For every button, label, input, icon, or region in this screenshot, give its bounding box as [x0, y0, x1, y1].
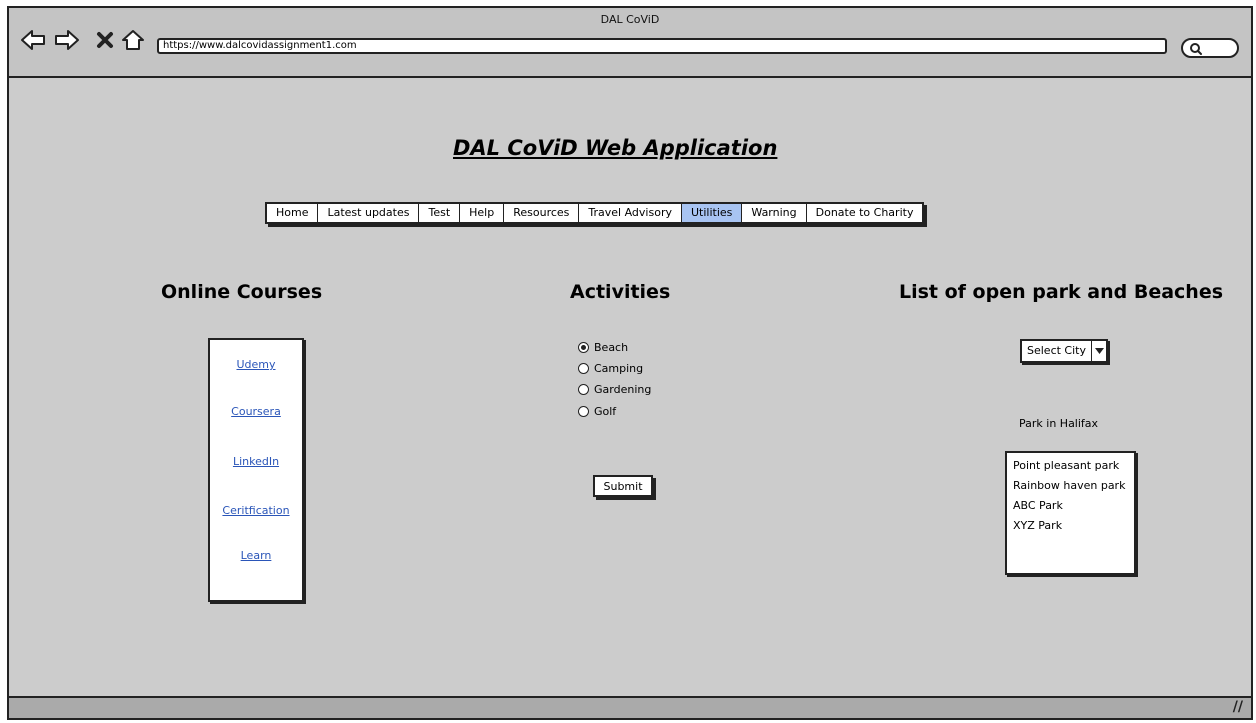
- park-list-label: Park in Halifax: [1019, 417, 1099, 430]
- radio-button[interactable]: [578, 362, 589, 374]
- menu-item-home[interactable]: Home: [267, 204, 319, 222]
- radio-label: Golf: [594, 404, 617, 418]
- window-title: DAL CoViD: [600, 13, 660, 26]
- radio-label: Gardening: [594, 382, 652, 396]
- menu-item-warning[interactable]: Warning: [742, 204, 807, 222]
- status-bar: //: [9, 696, 1251, 718]
- browser-window: DAL CoViD https://www.dalcovidassignment…: [7, 6, 1253, 720]
- radio-label: Beach: [594, 340, 629, 354]
- city-select-value: Select City: [1027, 344, 1086, 357]
- park-listbox[interactable]: Point pleasant park Rainbow haven park A…: [1005, 451, 1136, 575]
- online-courses-list: Udemy Coursera LinkedIn Ceritfication Le…: [208, 338, 304, 602]
- back-arrow-icon[interactable]: [19, 26, 47, 54]
- submit-button[interactable]: Submit: [593, 475, 653, 497]
- forward-arrow-icon[interactable]: [53, 26, 81, 54]
- online-courses-heading: Online Courses: [161, 281, 323, 303]
- parks-heading: List of open park and Beaches: [899, 281, 1224, 303]
- activities-heading: Activities: [570, 281, 671, 303]
- browser-chrome: DAL CoViD https://www.dalcovidassignment…: [9, 8, 1251, 78]
- course-link-certification[interactable]: Ceritfication: [210, 504, 302, 517]
- list-item[interactable]: ABC Park: [1013, 496, 1128, 516]
- menu-item-latest-updates[interactable]: Latest updates: [318, 204, 420, 222]
- radio-label: Camping: [594, 361, 644, 375]
- menu-item-travel-advisory[interactable]: Travel Advisory: [579, 204, 682, 222]
- radio-button[interactable]: [578, 405, 589, 417]
- url-bar[interactable]: https://www.dalcovidassignment1.com: [157, 38, 1167, 54]
- chevron-down-icon[interactable]: [1091, 341, 1106, 361]
- menu-item-help[interactable]: Help: [460, 204, 505, 222]
- radio-option-golf[interactable]: Golf: [578, 403, 616, 419]
- search-box[interactable]: [1181, 38, 1239, 58]
- city-select[interactable]: Select City: [1020, 339, 1108, 363]
- radio-option-camping[interactable]: Camping: [578, 360, 643, 376]
- menu-item-utilities[interactable]: Utilities: [681, 204, 743, 222]
- list-item[interactable]: XYZ Park: [1013, 516, 1128, 536]
- course-link-coursera[interactable]: Coursera: [210, 405, 302, 418]
- resize-grip-icon[interactable]: //: [1233, 699, 1243, 715]
- page-title: DAL CoViD Web Application: [453, 136, 778, 160]
- course-link-udemy[interactable]: Udemy: [210, 358, 302, 371]
- menu-item-donate-to-charity[interactable]: Donate to Charity: [806, 204, 923, 222]
- radio-button[interactable]: [578, 341, 589, 353]
- home-icon[interactable]: [119, 26, 147, 54]
- search-icon: [1190, 43, 1202, 55]
- radio-option-gardening[interactable]: Gardening: [578, 381, 651, 397]
- radio-button[interactable]: [578, 383, 589, 395]
- course-link-linkedin[interactable]: LinkedIn: [210, 455, 302, 468]
- radio-option-beach[interactable]: Beach: [578, 339, 628, 355]
- main-nav-menu: Home Latest updates Test Help Resources …: [265, 202, 925, 224]
- list-item[interactable]: Rainbow haven park: [1013, 476, 1128, 496]
- course-link-learn[interactable]: Learn: [210, 549, 302, 562]
- list-item[interactable]: Point pleasant park: [1013, 456, 1128, 476]
- menu-item-resources[interactable]: Resources: [504, 204, 580, 222]
- menu-item-test[interactable]: Test: [419, 204, 461, 222]
- close-icon[interactable]: [91, 26, 119, 54]
